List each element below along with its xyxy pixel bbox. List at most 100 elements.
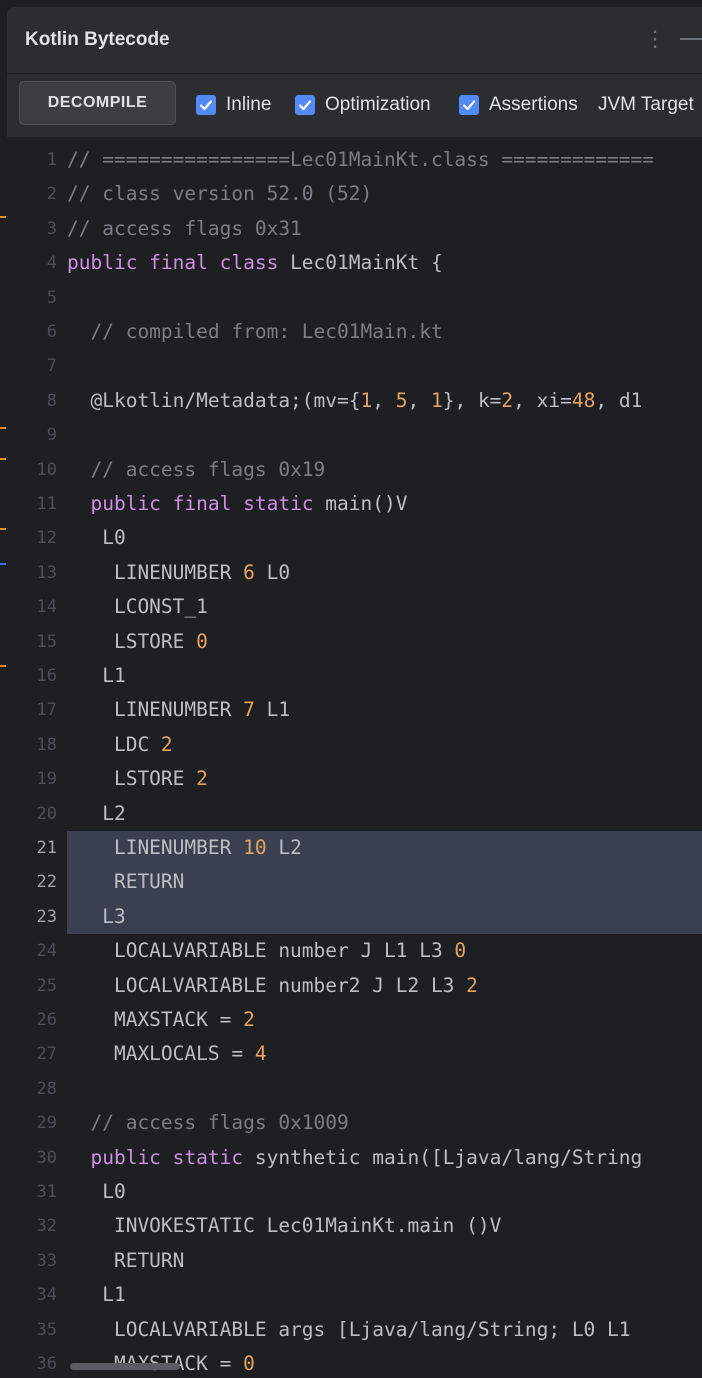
line-number: 14 bbox=[36, 597, 57, 618]
code-text: public final static main()V bbox=[67, 487, 702, 521]
more-options-icon[interactable]: ⋮ bbox=[644, 27, 666, 51]
optimization-checkbox[interactable] bbox=[295, 95, 315, 115]
code-text: INVOKESTATIC Lec01MainKt.main ()V bbox=[67, 1209, 702, 1243]
line-number: 16 bbox=[36, 666, 57, 686]
code-text: L1 bbox=[67, 1278, 702, 1312]
code-text: @Lkotlin/Metadata;(mv={1, 5, 1}, k=2, xi… bbox=[67, 384, 702, 418]
code-token: // access flags 0x1009 bbox=[90, 1111, 349, 1135]
code-token: // access flags 0x19 bbox=[90, 457, 326, 481]
line-number: 13 bbox=[36, 562, 57, 583]
code-text: LINENUMBER 7 L1 bbox=[67, 693, 702, 727]
code-token: LDC bbox=[67, 732, 161, 756]
jvm-target-label[interactable]: JVM Target bbox=[598, 94, 694, 116]
code-line[interactable]: 25 LOCALVARIABLE number2 J L2 L3 2 bbox=[7, 969, 702, 1003]
code-line[interactable]: 3 // access flags 0x31 bbox=[7, 212, 702, 246]
code-token: LINENUMBER bbox=[67, 836, 244, 859]
code-line[interactable]: 18 LDC 2 bbox=[7, 728, 702, 762]
inline-checkbox[interactable] bbox=[196, 95, 216, 115]
line-number: 26 bbox=[36, 1010, 57, 1030]
code-token: L0 bbox=[67, 1180, 126, 1203]
line-number: 35 bbox=[36, 1319, 57, 1340]
code-token: LCONST_1 bbox=[67, 595, 208, 619]
code-token: // class version 52.0 (52) bbox=[67, 182, 373, 206]
code-text: MAXLOCALS = 4 bbox=[67, 1037, 702, 1071]
line-number: 18 bbox=[36, 734, 57, 755]
line-number: 28 bbox=[36, 1078, 57, 1099]
code-line[interactable]: 8 @Lkotlin/Metadata;(mv={1, 5, 1}, k=2, … bbox=[7, 384, 702, 418]
horizontal-scrollbar[interactable] bbox=[70, 1363, 180, 1370]
code-token: RETURN bbox=[67, 1248, 185, 1272]
code-text: L0 bbox=[67, 1175, 702, 1209]
code-token: 0 bbox=[196, 629, 208, 653]
code-text: MAXSTACK = 2 bbox=[67, 1003, 702, 1037]
code-line[interactable]: 14 LCONST_1 bbox=[7, 590, 702, 624]
line-number: 7 bbox=[46, 356, 57, 377]
line-number: 4 bbox=[46, 253, 57, 274]
code-line[interactable]: 1 // ================Lec01MainKt.class ==… bbox=[7, 143, 702, 177]
line-number: 32 bbox=[36, 1216, 57, 1237]
code-token: }, k= bbox=[442, 388, 502, 412]
code-line[interactable]: 10 // access flags 0x19 bbox=[7, 453, 702, 487]
line-number: 10 bbox=[36, 459, 57, 480]
inline-label[interactable]: Inline bbox=[226, 94, 271, 116]
optimization-label[interactable]: Optimization bbox=[325, 94, 431, 116]
line-number: 11 bbox=[36, 494, 57, 514]
decompile-button[interactable]: DECOMPILE bbox=[19, 81, 176, 125]
line-number: 9 bbox=[46, 425, 57, 446]
line-number: 31 bbox=[36, 1182, 57, 1202]
code-text: LINENUMBER 6 L0 bbox=[67, 556, 702, 590]
code-line[interactable]: 4 public final class Lec01MainKt { bbox=[7, 246, 702, 280]
line-number: 33 bbox=[36, 1250, 57, 1271]
line-number: 19 bbox=[36, 769, 57, 790]
code-line[interactable]: 29 // access flags 0x1009 bbox=[7, 1106, 702, 1140]
code-line[interactable]: 13 LINENUMBER 6 L0 bbox=[7, 556, 702, 590]
code-line[interactable]: 27 MAXLOCALS = 4 bbox=[7, 1037, 702, 1071]
code-line[interactable]: 19 LSTORE 2 bbox=[7, 762, 702, 796]
code-line[interactable]: 24 LOCALVARIABLE number J L1 L3 0 bbox=[7, 934, 702, 968]
code-line[interactable]: 17 LINENUMBER 7 L1 bbox=[7, 693, 702, 727]
code-line[interactable]: 26 MAXSTACK = 2 bbox=[7, 1003, 702, 1037]
line-number: 36 bbox=[36, 1354, 57, 1373]
code-token: , bbox=[407, 388, 431, 412]
code-text: RETURN bbox=[67, 1244, 702, 1278]
code-token: LOCALVARIABLE number J L1 L3 bbox=[67, 939, 455, 963]
code-line[interactable]: 6 // compiled from: Lec01Main.kt bbox=[7, 315, 702, 349]
code-line[interactable]: 7 bbox=[7, 349, 702, 383]
code-token: // access flags 0x31 bbox=[67, 216, 302, 240]
code-token: LINENUMBER bbox=[67, 560, 244, 584]
code-token: 7 bbox=[243, 698, 255, 722]
code-line[interactable]: 20 L2 bbox=[7, 797, 702, 831]
code-line[interactable]: 31 L0 bbox=[7, 1175, 702, 1209]
assertions-checkbox[interactable] bbox=[459, 95, 479, 115]
minimize-icon[interactable] bbox=[680, 38, 702, 40]
code-line[interactable]: 5 bbox=[7, 281, 702, 315]
code-line[interactable]: 21 LINENUMBER 10 L2 bbox=[7, 831, 702, 866]
code-line[interactable]: 2 // class version 52.0 (52) bbox=[7, 177, 702, 211]
code-line[interactable]: 15 LSTORE 0 bbox=[7, 625, 702, 659]
code-line[interactable]: 16 L1 bbox=[7, 659, 702, 693]
line-number: 29 bbox=[36, 1113, 57, 1134]
code-line[interactable]: 33 RETURN bbox=[7, 1244, 702, 1278]
code-line[interactable]: 34 L1 bbox=[7, 1278, 702, 1312]
code-token: 1 bbox=[360, 388, 373, 412]
assertions-label[interactable]: Assertions bbox=[489, 94, 578, 116]
code-token: LOCALVARIABLE args [Ljava/lang/String; L… bbox=[67, 1317, 631, 1341]
code-line[interactable]: 11 public final static main()V bbox=[7, 487, 702, 521]
code-line[interactable]: 30 public static synthetic main([Ljava/l… bbox=[7, 1141, 702, 1175]
code-line[interactable]: 35 LOCALVARIABLE args [Ljava/lang/String… bbox=[7, 1313, 702, 1347]
code-token: L0 bbox=[67, 526, 126, 550]
code-line[interactable]: 12 L0 bbox=[7, 521, 702, 555]
code-text: L3 bbox=[67, 899, 702, 935]
bytecode-editor[interactable]: 1 // ================Lec01MainKt.class ==… bbox=[7, 137, 702, 1373]
code-line[interactable]: 23 L3 bbox=[7, 899, 702, 935]
code-text: RETURN bbox=[67, 865, 702, 900]
code-line[interactable]: 22 RETURN bbox=[7, 865, 702, 900]
code-token: 0 bbox=[454, 939, 467, 963]
code-token: // compiled from: Lec01Main.kt bbox=[90, 320, 443, 343]
code-text: LDC 2 bbox=[67, 728, 702, 762]
code-line[interactable]: 28 bbox=[7, 1072, 702, 1106]
code-line[interactable]: 9 bbox=[7, 418, 702, 452]
code-line[interactable]: 32 INVOKESTATIC Lec01MainKt.main ()V bbox=[7, 1209, 702, 1243]
